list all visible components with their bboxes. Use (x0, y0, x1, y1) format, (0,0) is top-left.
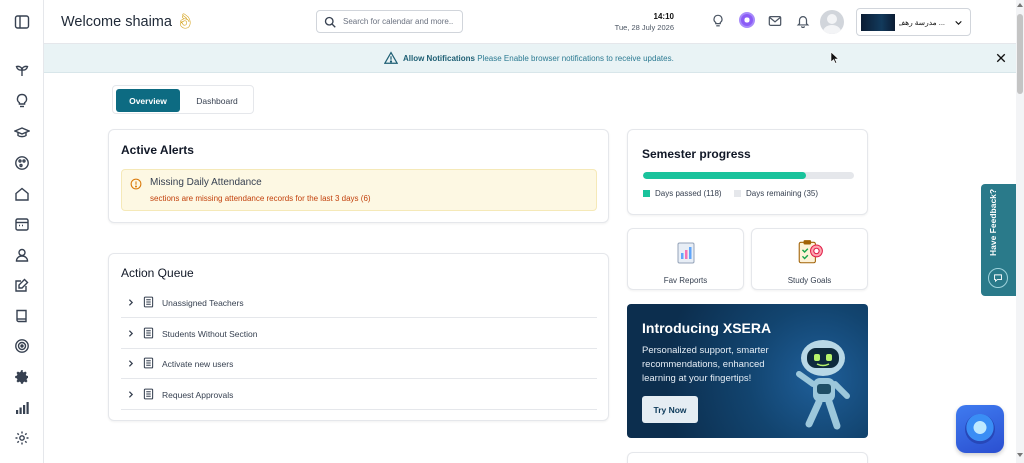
search-box[interactable] (316, 10, 463, 33)
welcome-message: Welcome shaima 👌︎ (61, 14, 195, 30)
queue-item-request-approvals[interactable]: Request Approvals (121, 380, 597, 410)
close-icon[interactable] (995, 52, 1007, 64)
chat-assistant-button[interactable] (956, 405, 1004, 453)
report-icon (677, 242, 695, 264)
feedback-chat-icon (988, 268, 1008, 288)
document-icon (143, 357, 154, 369)
tab-overview[interactable]: Overview (116, 89, 180, 112)
edit-icon[interactable] (12, 275, 32, 295)
promo-text: Personalized support, smarter recommenda… (642, 345, 769, 384)
waving-hand-icon: 👌︎ (175, 14, 195, 30)
alert-detail: sections are missing attendance records … (150, 194, 371, 203)
bell-icon[interactable] (795, 13, 811, 29)
mail-icon[interactable] (767, 13, 783, 29)
document-icon (143, 388, 154, 400)
chevron-down-icon (955, 20, 962, 25)
sprout-icon[interactable] (12, 60, 32, 80)
alert-heading: Missing Daily Attendance (150, 177, 262, 188)
queue-item-activate-new-users[interactable]: Activate new users (121, 349, 597, 379)
chat-bot-icon (965, 414, 995, 444)
semester-progress-fill (643, 172, 806, 179)
school-selector[interactable]: ... مدرسة رهف (856, 8, 971, 36)
queue-item-label: Request Approvals (162, 390, 234, 400)
action-queue-title: Action Queue (121, 266, 194, 280)
legend-days-passed: Days passed (118) (643, 189, 722, 198)
document-icon (143, 327, 154, 339)
school-logo (861, 14, 895, 31)
queue-item-label: Students Without Section (162, 329, 258, 339)
robot-illustration-icon (796, 340, 850, 430)
tile-study-goals[interactable]: Study Goals (751, 228, 868, 290)
warning-icon (384, 51, 398, 64)
xsera-promo-banner: Introducing XSERA Personalized support, … (627, 304, 868, 438)
graduation-icon[interactable] (12, 122, 32, 142)
legend-days-remaining: Days remaining (35) (734, 189, 818, 198)
chevron-right-icon (128, 330, 134, 337)
document-icon (143, 296, 154, 308)
action-queue-card: Action Queue Unassigned Teachers Student… (108, 253, 609, 421)
semester-progress-track (643, 172, 854, 179)
legend-swatch-remaining (734, 190, 741, 197)
chevron-right-icon (128, 360, 134, 367)
notification-banner: Allow Notifications Please Enable browse… (44, 44, 1016, 73)
tile-label: Fav Reports (663, 276, 708, 285)
semester-progress-title: Semester progress (642, 147, 751, 161)
current-time: 14:10 (653, 12, 674, 21)
left-sidebar (0, 0, 44, 463)
queue-item-label: Activate new users (162, 359, 234, 369)
alert-item[interactable]: Missing Daily Attendance sections are mi… (121, 169, 597, 211)
target-icon[interactable] (12, 336, 32, 356)
lightbulb-icon[interactable] (12, 91, 32, 111)
active-alerts-title: Active Alerts (121, 143, 194, 157)
tile-label: Study Goals (787, 276, 832, 285)
alert-circle-icon (130, 178, 142, 190)
feedback-tab[interactable]: Have Feedback? (981, 184, 1016, 296)
book-icon[interactable] (12, 306, 32, 326)
chevron-right-icon (128, 391, 134, 398)
search-icon (324, 16, 336, 28)
scroll-down-arrow[interactable] (1017, 453, 1023, 457)
notification-title: Allow Notifications (403, 54, 475, 63)
home-icon[interactable] (12, 184, 32, 204)
promo-title: Introducing XSERA (642, 320, 772, 336)
lightbulb-header-icon[interactable] (710, 13, 726, 29)
queue-item-students-without-section[interactable]: Students Without Section (121, 319, 597, 349)
clock: 14:10 Tue, 28 July 2026 (596, 12, 674, 32)
notification-message: Allow Notifications Please Enable browse… (403, 54, 674, 63)
goals-icon (798, 240, 823, 264)
palette-icon[interactable] (12, 153, 32, 173)
scroll-up-arrow[interactable] (1017, 3, 1023, 7)
feedback-label: Have Feedback? (988, 188, 998, 256)
try-now-button[interactable]: Try Now (642, 396, 698, 423)
legend-swatch-passed (643, 190, 650, 197)
partial-card (627, 452, 868, 463)
ai-assistant-icon[interactable] (739, 12, 755, 28)
queue-item-label: Unassigned Teachers (162, 298, 244, 308)
mouse-cursor-icon (830, 51, 840, 64)
user-icon[interactable] (12, 245, 32, 265)
gear-icon[interactable] (12, 367, 32, 387)
top-header: Welcome shaima👌︎ 14:10 Tue, 28 July 2026… (44, 0, 1016, 44)
calendar-icon[interactable] (12, 214, 32, 234)
search-input[interactable] (343, 17, 458, 26)
school-name: ... مدرسة رهف (899, 18, 945, 27)
tile-fav-reports[interactable]: Fav Reports (627, 228, 744, 290)
scrollbar-thumb[interactable] (1017, 14, 1023, 94)
chevron-right-icon (128, 299, 134, 306)
active-alerts-card: Active Alerts Missing Daily Attendance s… (108, 129, 609, 223)
bar-chart-icon[interactable] (12, 398, 32, 418)
sidebar-toggle-icon[interactable] (12, 12, 32, 32)
view-tabs: Overview Dashboard (112, 85, 254, 114)
current-date: Tue, 28 July 2026 (614, 23, 674, 32)
semester-progress-card: Semester progress Days passed (118) Days… (627, 129, 868, 215)
tab-dashboard[interactable]: Dashboard (183, 89, 251, 112)
user-avatar[interactable] (820, 10, 844, 34)
settings-icon[interactable] (12, 428, 32, 448)
queue-item-unassigned-teachers[interactable]: Unassigned Teachers (121, 288, 597, 318)
